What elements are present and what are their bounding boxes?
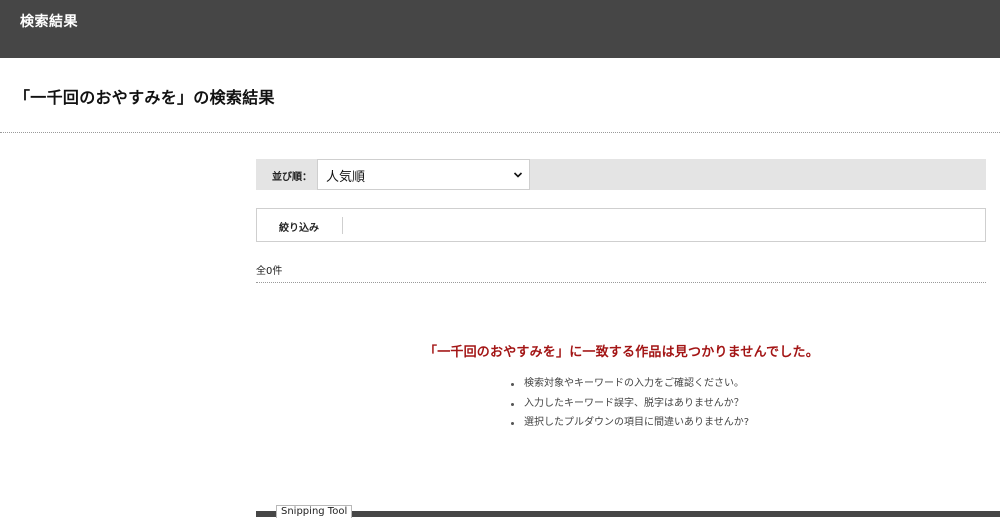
filter-separator	[342, 217, 343, 234]
bullet-icon	[511, 422, 514, 425]
search-tip-text: 選択したプルダウンの項目に間違いありませんか?	[524, 417, 750, 428]
sort-bar: 並び順： 人気順	[256, 159, 986, 190]
footer-bar	[256, 511, 1000, 517]
snipping-tool-tab[interactable]: Snipping Tool	[276, 505, 353, 518]
result-count: 全0件	[256, 266, 283, 277]
sort-selected-value: 人気順	[326, 170, 366, 185]
top-header-bar: 検索結果	[0, 0, 1000, 58]
search-tip-text: 入力したキーワード誤字、脱字はありませんか？	[524, 397, 744, 409]
search-tip: 選択したプルダウンの項目に間違いありませんか?	[508, 415, 749, 435]
heading-divider	[0, 132, 1000, 133]
count-divider	[256, 282, 986, 283]
search-tip-text: 検索対象やキーワードの入力をご確認ください。	[524, 378, 744, 389]
bullet-icon	[511, 383, 514, 386]
search-tip: 入力したキーワード誤字、脱字はありませんか？	[508, 396, 749, 416]
sort-order-select[interactable]: 人気順	[317, 159, 530, 190]
sort-label: 並び順：	[272, 172, 312, 183]
filter-panel: 絞り込み	[256, 208, 986, 242]
chevron-down-icon	[513, 172, 523, 178]
page-title: 「一千回のおやすみを」の検索結果	[14, 88, 275, 107]
header-title: 検索結果	[20, 14, 78, 30]
no-result-message: 「一千回のおやすみを」に一致する作品は見つかりませんでした。	[424, 345, 819, 360]
search-tip: 検索対象やキーワードの入力をご確認ください。	[508, 376, 749, 396]
bullet-icon	[511, 402, 514, 406]
search-tips-list: 検索対象やキーワードの入力をご確認ください。 入力したキーワード誤字、脱字はあり…	[508, 376, 749, 435]
filter-toggle[interactable]: 絞り込み	[279, 219, 319, 234]
